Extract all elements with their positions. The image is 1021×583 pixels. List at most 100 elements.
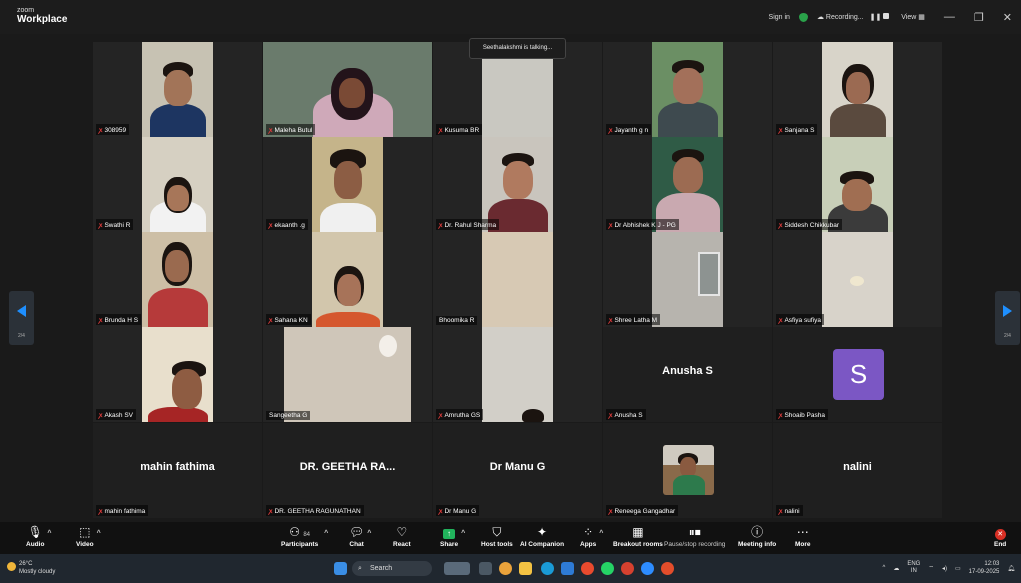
minimize-icon[interactable]: —	[944, 11, 955, 23]
host-tools-label: Host tools	[481, 541, 513, 548]
pause-recording-button[interactable]: ⏸⏹ Pause/stop recording	[664, 526, 725, 549]
chevron-up-icon[interactable]: ^	[97, 530, 101, 537]
sparkle-icon: ✦	[537, 525, 548, 539]
participant-name-label: ꭗ Swathi R	[96, 219, 134, 230]
edge-icon[interactable]	[541, 562, 554, 575]
volume-icon[interactable]: ◂)	[942, 565, 947, 572]
wifi-icon[interactable]: ⌔	[928, 564, 934, 572]
cloud-icon[interactable]: ☁	[893, 565, 899, 572]
participant-tile[interactable]: ꭗ Shree Latha M	[603, 232, 772, 327]
chevron-up-icon[interactable]: ^	[47, 530, 51, 537]
chat-button[interactable]: 💬︎ Chat ^	[349, 526, 371, 549]
previous-page-button[interactable]: 2/4	[9, 291, 34, 345]
chrome-icon[interactable]	[499, 562, 512, 575]
pause-icon[interactable]: ❚❚	[870, 14, 882, 21]
firefox-icon[interactable]	[581, 562, 594, 575]
cloud-icon: ☁	[816, 14, 824, 21]
participant-tile[interactable]: ꭗ Asfiya sufiya	[773, 232, 942, 327]
outlook-icon[interactable]	[561, 562, 574, 575]
file-explorer-icon[interactable]	[519, 562, 532, 575]
end-button[interactable]: ✕ End	[994, 526, 1006, 548]
video-button[interactable]: ⬚ Video ^	[76, 526, 101, 549]
react-button[interactable]: ♡ React	[393, 526, 411, 549]
share-label: Share	[440, 541, 459, 548]
restore-icon[interactable]: ❐	[974, 11, 984, 24]
language-indicator[interactable]: ENG IN	[907, 561, 920, 575]
participant-tile[interactable]: ꭗ Dr Abhishek K J - PG	[603, 137, 772, 232]
participant-tile[interactable]: Sangeetha G	[263, 327, 432, 422]
participant-tile[interactable]: Anusha S ꭗ Anusha S	[603, 327, 772, 422]
breakout-grid-icon: ▦	[632, 525, 644, 539]
chevron-up-icon[interactable]: ^	[367, 530, 371, 537]
chevron-up-icon[interactable]: ^	[461, 530, 465, 537]
video-feed	[312, 232, 383, 327]
participant-name-label: ꭗ Dr. Rahul Sharma	[436, 219, 500, 230]
participant-name-label: ꭗ Dr Abhishek K J - PG	[606, 219, 679, 230]
participant-tile[interactable]: ꭗ Dr. Rahul Sharma	[433, 137, 602, 232]
participant-tile[interactable]: Dr Manu G ꭗ Dr Manu G	[433, 423, 602, 518]
participant-display-name: mahin fathima	[140, 461, 215, 473]
participant-tile[interactable]: nalini ꭗ nalini	[773, 423, 942, 518]
chrome-alt-icon[interactable]	[621, 562, 634, 575]
participant-tile[interactable]: ꭗ Maleha Butul	[263, 42, 432, 137]
chevron-up-icon[interactable]: ^	[324, 530, 328, 537]
video-feed	[482, 137, 553, 232]
participant-tile[interactable]: ꭗ Reneega Gangadhar	[603, 423, 772, 518]
host-tools-button[interactable]: ⛉ Host tools	[481, 526, 513, 549]
more-button[interactable]: ⋯ More	[795, 526, 811, 549]
participant-name-label: ꭗ Dr Manu G	[436, 505, 480, 516]
close-window-icon[interactable]: ✕	[1003, 11, 1012, 24]
mic-muted-icon: ꭗ	[439, 412, 443, 419]
mic-muted-icon: ꭗ	[609, 127, 613, 134]
brand-small: zoom	[17, 7, 35, 14]
next-page-button[interactable]: 2/4	[995, 291, 1020, 345]
share-button[interactable]: ↑ Share ^	[440, 526, 465, 548]
participant-tile[interactable]: ꭗ Swathi R	[93, 137, 262, 232]
mic-muted-icon: ꭗ	[439, 222, 443, 229]
task-view-icon[interactable]	[479, 562, 492, 575]
participant-tile[interactable]: ꭗ Amrutha GS	[433, 327, 602, 422]
participant-tile[interactable]: DR. GEETHA RA... ꭗ DR. GEETHA RAGUNATHAN	[263, 423, 432, 518]
stop-icon[interactable]	[883, 13, 890, 19]
participant-tile[interactable]: mahin fathima ꭗ mahin fathima	[93, 423, 262, 518]
clock[interactable]: 12:03 17-09-2025	[969, 560, 1000, 576]
audio-button[interactable]: 🎙︎ Audio ^	[26, 526, 52, 549]
whatsapp-icon[interactable]	[601, 562, 614, 575]
windows-start-icon[interactable]	[334, 562, 347, 575]
chevron-up-icon[interactable]: ^	[599, 530, 603, 537]
participant-tile[interactable]: Bhoomika R	[433, 232, 602, 327]
meeting-info-button[interactable]: ⓘ Meeting info	[738, 526, 776, 549]
weather-widget[interactable]: 26°C Mostly cloudy	[7, 560, 55, 576]
apps-label: Apps	[580, 541, 597, 548]
participant-tile[interactable]: ꭗ Sahana KN	[263, 232, 432, 327]
mic-muted-icon: ꭗ	[779, 222, 783, 229]
video-feed	[482, 232, 553, 327]
apps-button[interactable]: ⁘ Apps ^	[580, 526, 603, 549]
video-feed	[652, 137, 723, 232]
video-feed	[822, 42, 893, 137]
chevron-up-icon[interactable]: ^	[883, 565, 886, 571]
participant-tile[interactable]: ꭗ ekaanth .g	[263, 137, 432, 232]
zoom-app-icon[interactable]	[641, 562, 654, 575]
sign-in-link[interactable]: Sign in	[769, 14, 790, 21]
participant-tile[interactable]: ꭗ 308959	[93, 42, 262, 137]
participant-tile[interactable]: ꭗ Brunda H S	[93, 232, 262, 327]
participants-button[interactable]: ⚇ 84 Participants ^	[281, 526, 328, 549]
view-button[interactable]: View ▦	[901, 13, 925, 21]
participant-tile[interactable]: ꭗ Sanjana S	[773, 42, 942, 137]
participant-tile[interactable]: ꭗ Akash SV	[93, 327, 262, 422]
participant-tile[interactable]: ꭗ Siddesh Chikkubar	[773, 137, 942, 232]
battery-icon[interactable]: ▭	[955, 565, 961, 572]
participant-count: 84	[303, 532, 310, 538]
widget-icon[interactable]	[444, 562, 470, 575]
ai-companion-button[interactable]: ✦ AI Companion	[520, 525, 564, 549]
participant-tile[interactable]: ꭗ Jayanth g n	[603, 42, 772, 137]
participant-tile[interactable]: S ꭗ Shoaib Pasha	[773, 327, 942, 422]
breakout-rooms-button[interactable]: ▦ Breakout rooms	[613, 525, 663, 549]
search-label: Search	[370, 565, 393, 572]
recording-indicator[interactable]: ☁ Recording... ❚❚	[817, 13, 892, 21]
notification-icon[interactable]: 🔔︎	[1007, 565, 1015, 572]
encryption-shield-icon[interactable]	[798, 12, 808, 22]
browser-icon[interactable]	[661, 562, 674, 575]
taskbar-search[interactable]: ⌕ Search	[352, 561, 432, 576]
